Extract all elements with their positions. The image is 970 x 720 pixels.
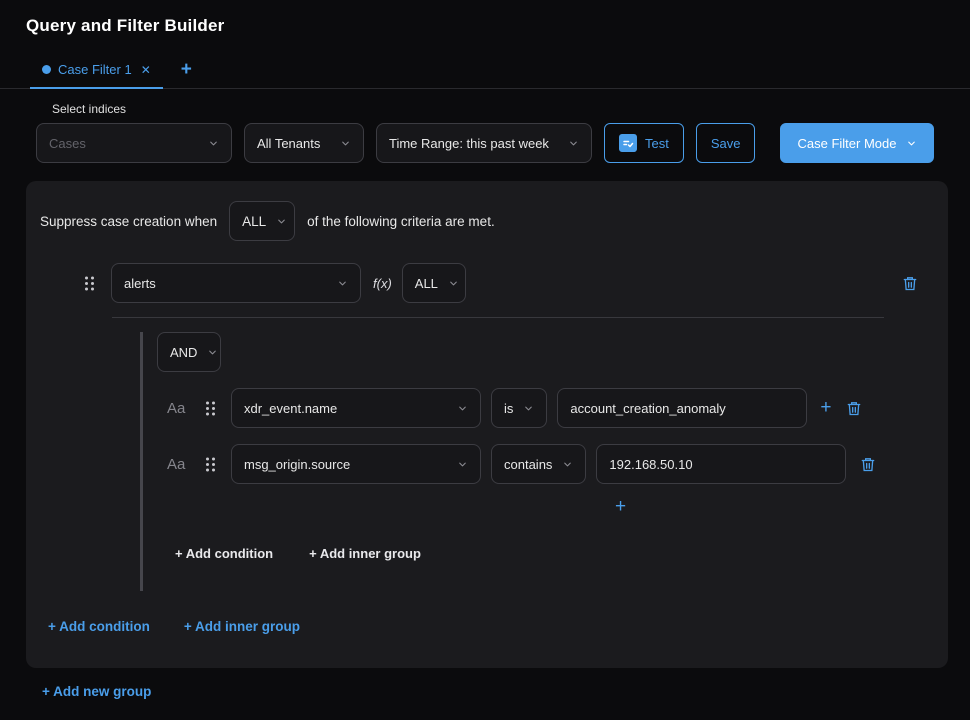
chevron-down-icon: [906, 138, 917, 149]
indices-select-value: Cases: [49, 136, 86, 151]
condition-operator-value: contains: [504, 457, 552, 472]
suppress-operator-select[interactable]: ALL: [229, 201, 295, 241]
logic-operator-select[interactable]: AND: [157, 332, 221, 372]
add-new-group-button[interactable]: + Add new group: [42, 684, 151, 699]
case-filter-mode-button[interactable]: Case Filter Mode: [780, 123, 934, 163]
condition-drag-handle[interactable]: [205, 457, 216, 472]
inner-group-actions: + Add condition + Add inner group: [175, 546, 934, 561]
tab-status-dot: [42, 65, 51, 74]
time-range-select-value: Time Range: this past week: [389, 136, 549, 151]
chevron-down-icon: [208, 138, 219, 149]
tab-bar: Case Filter 1 ✕ +: [0, 52, 970, 89]
drag-dots-icon: [205, 457, 216, 472]
add-value-button[interactable]: +: [820, 397, 831, 419]
group-header-row: alerts f(x) ALL: [84, 263, 934, 303]
case-sensitivity-toggle[interactable]: Aa: [167, 400, 191, 417]
condition-value-input[interactable]: [596, 444, 846, 484]
inner-add-inner-group-button[interactable]: + Add inner group: [309, 546, 421, 561]
query-filter-builder-app: Query and Filter Builder Case Filter 1 ✕…: [0, 0, 970, 699]
case-sensitivity-toggle[interactable]: Aa: [167, 456, 191, 473]
chevron-down-icon: [337, 278, 348, 289]
tenant-select[interactable]: All Tenants: [244, 123, 364, 163]
trash-icon: [846, 400, 862, 417]
inner-add-condition-button[interactable]: + Add condition: [175, 546, 273, 561]
suppress-operator-value: ALL: [242, 214, 266, 229]
group-match-select[interactable]: ALL: [402, 263, 466, 303]
chevron-down-icon: [523, 403, 534, 414]
suppress-suffix-text: of the following criteria are met.: [307, 214, 495, 229]
trash-icon: [860, 456, 876, 473]
condition-operator-value: is: [504, 401, 513, 416]
suppress-rule-row: Suppress case creation when ALL of the f…: [40, 201, 934, 241]
condition-operator-select[interactable]: contains: [491, 444, 586, 484]
condition-row: Aa msg_origin.source contains: [157, 444, 934, 484]
group-divider-line: [112, 317, 884, 318]
condition-value-input[interactable]: [557, 388, 807, 428]
add-inner-group-button[interactable]: + Add inner group: [184, 619, 300, 634]
tab-case-filter-1[interactable]: Case Filter 1 ✕: [30, 52, 163, 89]
condition-field-value: xdr_event.name: [244, 401, 337, 416]
save-button[interactable]: Save: [696, 123, 756, 163]
test-icon: [619, 134, 637, 152]
drag-dots-icon: [205, 401, 216, 416]
condition-row: Aa xdr_event.name is +: [157, 388, 934, 428]
delete-condition-button[interactable]: [860, 456, 876, 473]
indices-select[interactable]: Cases: [36, 123, 232, 163]
toolbar: Cases All Tenants Time Range: this past …: [36, 123, 970, 163]
test-button[interactable]: Test: [604, 123, 684, 163]
delete-condition-button[interactable]: [846, 400, 862, 417]
group-match-value: ALL: [415, 276, 438, 291]
test-button-label: Test: [645, 136, 669, 151]
condition-field-select[interactable]: xdr_event.name: [231, 388, 481, 428]
chevron-down-icon: [448, 278, 459, 289]
chevron-down-icon: [562, 459, 573, 470]
tab-close-icon[interactable]: ✕: [141, 63, 151, 77]
drag-dots-icon: [84, 276, 95, 291]
trash-icon: [902, 275, 918, 292]
chevron-down-icon: [276, 216, 287, 227]
page-title: Query and Filter Builder: [0, 0, 970, 36]
group-source-select[interactable]: alerts: [111, 263, 361, 303]
tenant-select-value: All Tenants: [257, 136, 320, 151]
group-drag-handle[interactable]: [84, 276, 95, 291]
filter-group-panel: Suppress case creation when ALL of the f…: [26, 181, 948, 668]
chevron-down-icon: [568, 138, 579, 149]
add-condition-button[interactable]: + Add condition: [48, 619, 150, 634]
add-condition-inline-button[interactable]: +: [615, 496, 626, 518]
condition-drag-handle[interactable]: [205, 401, 216, 416]
select-indices-label: Select indices: [52, 102, 970, 116]
group-children-container: AND Aa xdr_event.name is +: [140, 332, 934, 591]
fx-label: f(x): [373, 276, 392, 291]
condition-operator-select[interactable]: is: [491, 388, 547, 428]
condition-field-select[interactable]: msg_origin.source: [231, 444, 481, 484]
group-level-actions: + Add condition + Add inner group: [48, 619, 934, 634]
save-button-label: Save: [711, 136, 741, 151]
condition-field-value: msg_origin.source: [244, 457, 350, 472]
chevron-down-icon: [457, 403, 468, 414]
chevron-down-icon: [340, 138, 351, 149]
add-tab-button[interactable]: +: [163, 52, 210, 88]
chevron-down-icon: [457, 459, 468, 470]
time-range-select[interactable]: Time Range: this past week: [376, 123, 592, 163]
suppress-prefix-text: Suppress case creation when: [40, 214, 217, 229]
group-source-value: alerts: [124, 276, 156, 291]
tab-label: Case Filter 1: [58, 62, 132, 77]
case-filter-mode-label: Case Filter Mode: [797, 136, 896, 151]
logic-operator-value: AND: [170, 345, 197, 360]
chevron-down-icon: [207, 347, 218, 358]
delete-group-button[interactable]: [902, 275, 918, 292]
